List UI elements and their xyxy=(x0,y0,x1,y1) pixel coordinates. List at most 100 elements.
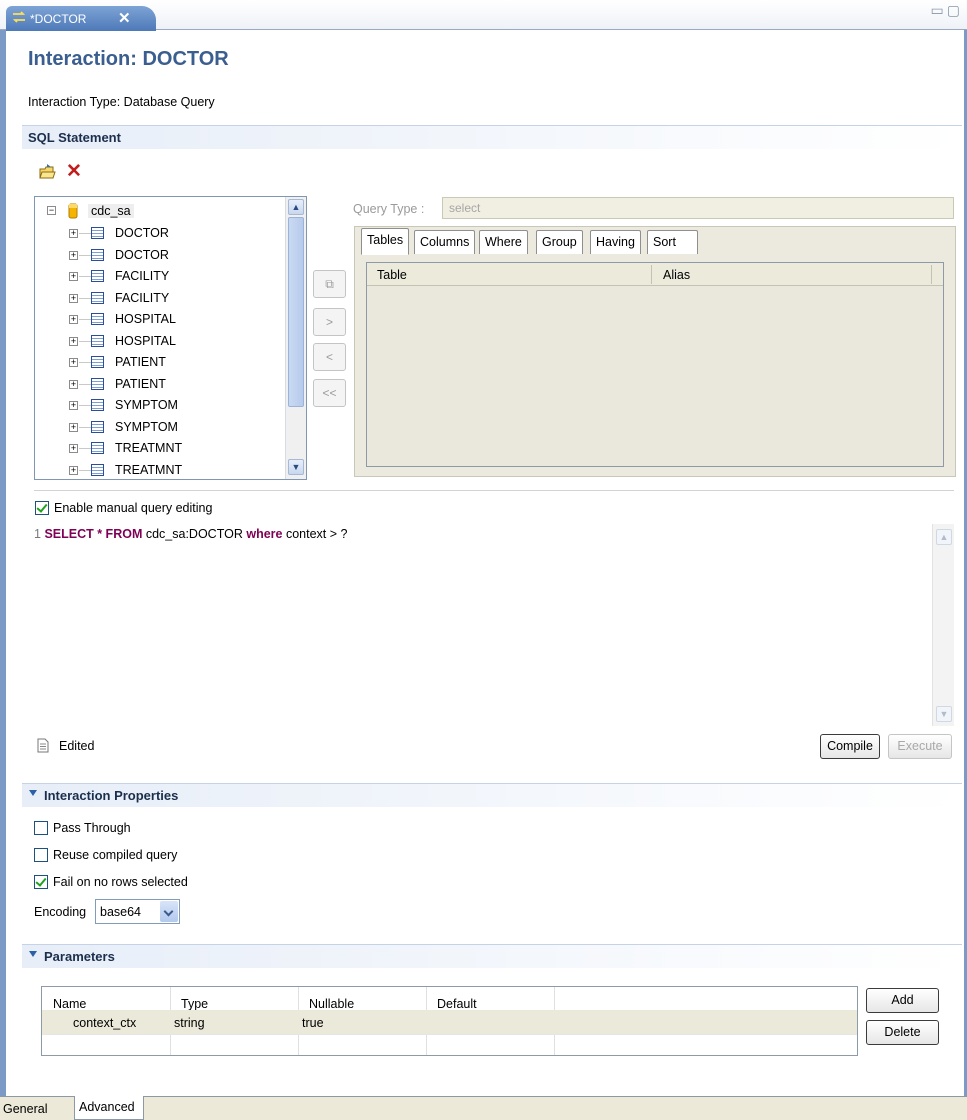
tab-tables[interactable]: Tables xyxy=(361,228,410,255)
scroll-down-icon[interactable]: ▼ xyxy=(936,706,952,722)
interaction-properties-title: Interaction Properties xyxy=(44,788,179,803)
column-header-nullable[interactable]: Nullable xyxy=(309,997,354,1011)
tab-sort[interactable]: Sort xyxy=(647,230,698,254)
add-parameter-button[interactable]: Add xyxy=(866,988,939,1013)
tree-item[interactable]: + PATIENT xyxy=(35,374,285,395)
table-icon xyxy=(91,356,104,368)
parameters-title: Parameters xyxy=(44,949,115,964)
tab-columns[interactable]: Columns xyxy=(414,230,476,254)
scroll-up-icon[interactable]: ▲ xyxy=(936,529,952,545)
table-icon xyxy=(91,420,104,433)
expand-icon[interactable]: + xyxy=(69,379,78,389)
scroll-down-icon[interactable]: ▼ xyxy=(288,459,304,475)
expand-icon[interactable]: + xyxy=(69,229,78,238)
column-header-alias[interactable]: Alias xyxy=(663,268,690,282)
tree-item-label: SYMPTOM xyxy=(115,419,178,434)
tree-connector xyxy=(79,319,91,320)
column-header-default[interactable]: Default xyxy=(437,997,477,1011)
column-header-name[interactable]: Name xyxy=(53,997,86,1011)
reuse-compiled-checkbox[interactable] xyxy=(34,848,48,862)
scroll-thumb[interactable] xyxy=(288,217,304,407)
column-header-type[interactable]: Type xyxy=(181,997,208,1011)
tree-item[interactable]: + SYMPTOM xyxy=(35,417,285,438)
column-header-table[interactable]: Table xyxy=(377,268,407,282)
editor-scrollbar[interactable]: ▲ ▼ xyxy=(932,524,954,726)
tables-grid[interactable] xyxy=(366,262,944,467)
tree-connector xyxy=(79,383,91,385)
delete-parameter-button[interactable]: Delete xyxy=(866,1020,939,1045)
tree-item[interactable]: + SYMPTOM xyxy=(35,395,285,416)
table-icon xyxy=(91,248,104,261)
tab-group[interactable]: Group xyxy=(536,230,583,254)
tree-root-label: cdc_sa xyxy=(88,204,134,218)
manual-edit-checkbox[interactable] xyxy=(35,501,49,515)
compile-button[interactable]: Compile xyxy=(820,734,880,759)
remove-all-button[interactable]: << xyxy=(313,379,346,407)
tree-root-cdc-sa[interactable]: − cdc_sa xyxy=(35,201,285,222)
table-icon xyxy=(91,377,104,390)
chevron-down-icon[interactable] xyxy=(160,901,178,922)
close-icon[interactable]: ✕ xyxy=(118,9,131,27)
expand-icon[interactable]: + xyxy=(69,465,78,475)
tree-item[interactable]: + TREATMNT xyxy=(35,460,285,480)
tree-item[interactable]: + DOCTOR xyxy=(35,223,285,244)
tree-connector xyxy=(79,426,91,428)
tree-item[interactable]: + FACILITY xyxy=(35,288,285,309)
add-button[interactable]: > xyxy=(313,308,346,336)
column-divider xyxy=(931,265,932,284)
collapse-icon[interactable]: − xyxy=(47,206,56,215)
table-icon xyxy=(91,399,104,411)
pass-through-checkbox[interactable] xyxy=(34,821,48,835)
sql-editor[interactable]: 1 SELECT * FROM cdc_sa:DOCTOR where cont… xyxy=(28,522,960,726)
tree-item[interactable]: + HOSPITAL xyxy=(35,309,285,330)
sql-statement-title: SQL Statement xyxy=(28,130,121,145)
tree-connector xyxy=(79,297,91,299)
page-title: Interaction: DOCTOR xyxy=(28,48,229,70)
encoding-label: Encoding xyxy=(34,905,87,919)
add-all-button[interactable]: ⧉ xyxy=(313,270,346,298)
expand-icon[interactable]: + xyxy=(69,272,78,281)
tab-where[interactable]: Where xyxy=(479,230,528,254)
encoding-value: base64 xyxy=(100,905,142,919)
execute-button[interactable]: Execute xyxy=(888,734,952,759)
param-name-cell[interactable]: context_ctx xyxy=(73,1016,136,1030)
table-icon xyxy=(91,334,104,347)
delete-x-icon[interactable]: ✕ xyxy=(66,160,82,183)
tab-having[interactable]: Having xyxy=(590,230,641,254)
tree-item[interactable]: + PATIENT xyxy=(35,352,285,373)
tab-advanced[interactable]: Advanced xyxy=(74,1096,144,1120)
tree-item[interactable]: + FACILITY xyxy=(35,266,285,287)
encoding-select[interactable]: base64 xyxy=(95,899,180,924)
expand-icon[interactable]: + xyxy=(69,250,78,260)
editor-tab-doctor[interactable]: *DOCTOR ✕ xyxy=(6,6,156,31)
reuse-compiled-label: Reuse compiled query xyxy=(53,848,178,862)
fail-on-no-rows-checkbox[interactable] xyxy=(34,875,48,889)
expand-icon[interactable]: + xyxy=(69,358,78,367)
param-nullable-cell[interactable]: true xyxy=(302,1016,324,1030)
tree-item[interactable]: + HOSPITAL xyxy=(35,331,285,352)
scroll-up-icon[interactable]: ▲ xyxy=(288,199,304,215)
tree-item[interactable]: + TREATMNT xyxy=(35,438,285,459)
param-type-cell[interactable]: string xyxy=(174,1016,205,1030)
tab-general[interactable]: General xyxy=(0,1098,74,1120)
expand-icon[interactable]: + xyxy=(69,336,78,346)
table-row[interactable] xyxy=(42,1010,857,1034)
remove-button[interactable]: < xyxy=(313,343,346,371)
schema-tree[interactable]: − cdc_sa + DOCTOR + DOCTOR + FACILITY + FACILITY +… xyxy=(34,196,307,480)
maximize-icon[interactable]: ▢ xyxy=(947,2,963,18)
open-folder-icon[interactable] xyxy=(38,163,56,181)
expand-icon[interactable]: + xyxy=(69,293,78,303)
tree-scrollbar[interactable]: ▲ ▼ xyxy=(285,197,306,479)
expand-icon[interactable]: + xyxy=(69,422,78,432)
expand-icon[interactable]: + xyxy=(69,401,78,410)
expand-triangle-icon[interactable] xyxy=(29,951,37,957)
parameters-section-header[interactable]: Parameters xyxy=(22,944,962,968)
interaction-properties-section-header[interactable]: Interaction Properties xyxy=(22,783,962,807)
expand-triangle-icon[interactable] xyxy=(29,790,37,796)
tree-connector xyxy=(79,469,91,471)
table-icon xyxy=(91,313,104,325)
expand-icon[interactable]: + xyxy=(69,315,78,324)
minimize-icon[interactable]: ▭ xyxy=(931,2,947,18)
tree-item[interactable]: + DOCTOR xyxy=(35,245,285,266)
expand-icon[interactable]: + xyxy=(69,444,78,453)
